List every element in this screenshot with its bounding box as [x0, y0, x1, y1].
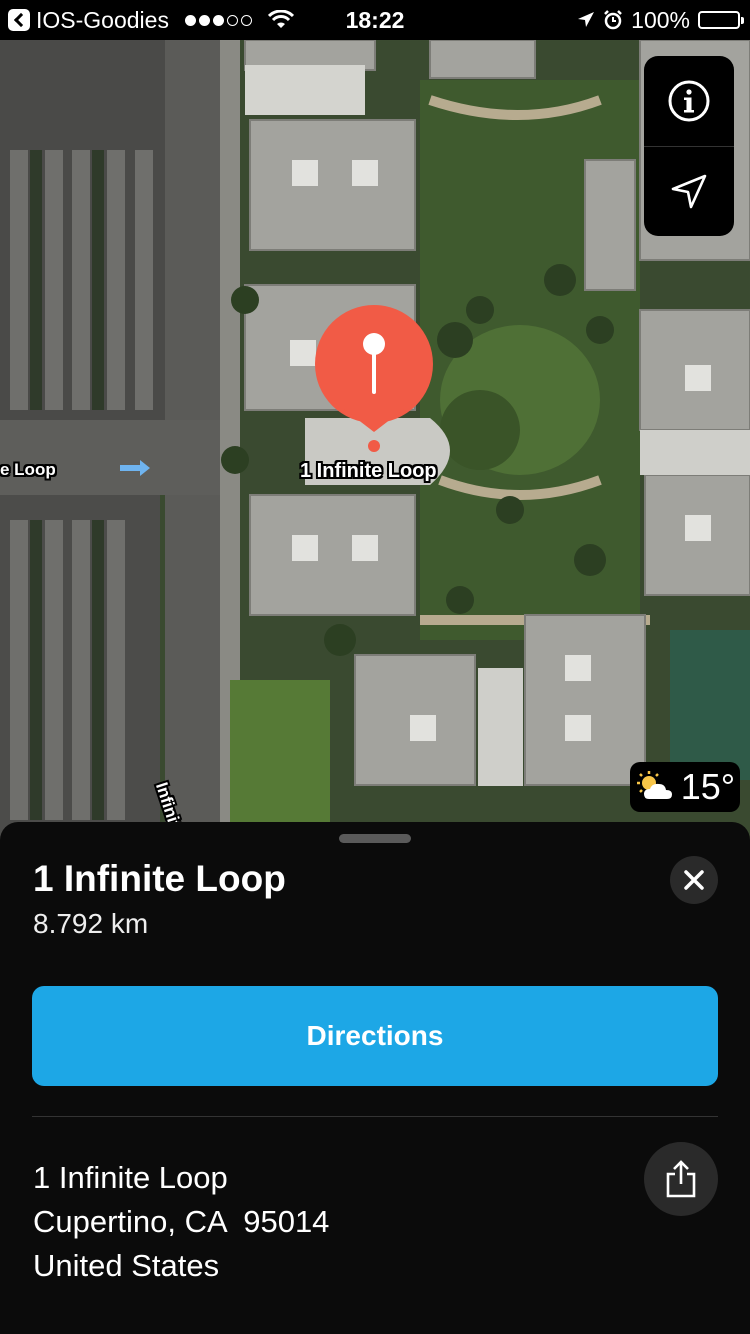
close-button[interactable]: [670, 856, 718, 904]
place-card: 1 Infinite Loop 8.792 km Directions 1 In…: [0, 822, 750, 1334]
share-button[interactable]: [644, 1142, 718, 1216]
back-chevron-icon: [8, 9, 30, 31]
battery-percent: 100%: [631, 6, 690, 33]
sheet-grabber[interactable]: [339, 834, 411, 843]
place-title: 1 Infinite Loop: [33, 858, 286, 899]
street-label-left: e Loop: [0, 460, 56, 479]
address-line-3: United States: [33, 1248, 220, 1283]
wifi-icon: [267, 10, 294, 28]
address-line-2: Cupertino, CA 95014: [33, 1204, 330, 1239]
info-icon: [668, 80, 710, 122]
partly-cloudy-icon: [636, 771, 672, 799]
location-button[interactable]: [644, 146, 734, 236]
weather-badge: 15°: [630, 762, 740, 812]
place-distance: 8.792 km: [33, 908, 149, 939]
pin-label[interactable]: 1 Infinite Loop: [300, 460, 437, 483]
location-services-icon: [578, 12, 595, 27]
address-line-1: 1 Infinite Loop: [33, 1160, 228, 1195]
directions-button[interactable]: Directions: [32, 986, 718, 1086]
status-bar: IOS-Goodies 18:22 100%: [0, 0, 750, 40]
location-pin-icon[interactable]: [314, 304, 434, 454]
info-button[interactable]: [644, 56, 734, 146]
signal-strength-icon: [184, 14, 252, 26]
alarm-icon: [604, 10, 623, 30]
battery-icon: [698, 11, 744, 29]
back-app-name: IOS-Goodies: [36, 6, 169, 33]
map-controls: [644, 56, 734, 236]
share-icon: [666, 1160, 696, 1198]
weather-temperature: 15°: [680, 766, 736, 807]
back-to-app[interactable]: IOS-Goodies: [0, 7, 294, 34]
address-block: 1 Infinite Loop Cupertino, CA 95014 Unit…: [33, 1156, 329, 1288]
location-arrow-icon: [671, 174, 707, 209]
close-icon: [684, 870, 704, 890]
divider: [32, 1116, 718, 1117]
